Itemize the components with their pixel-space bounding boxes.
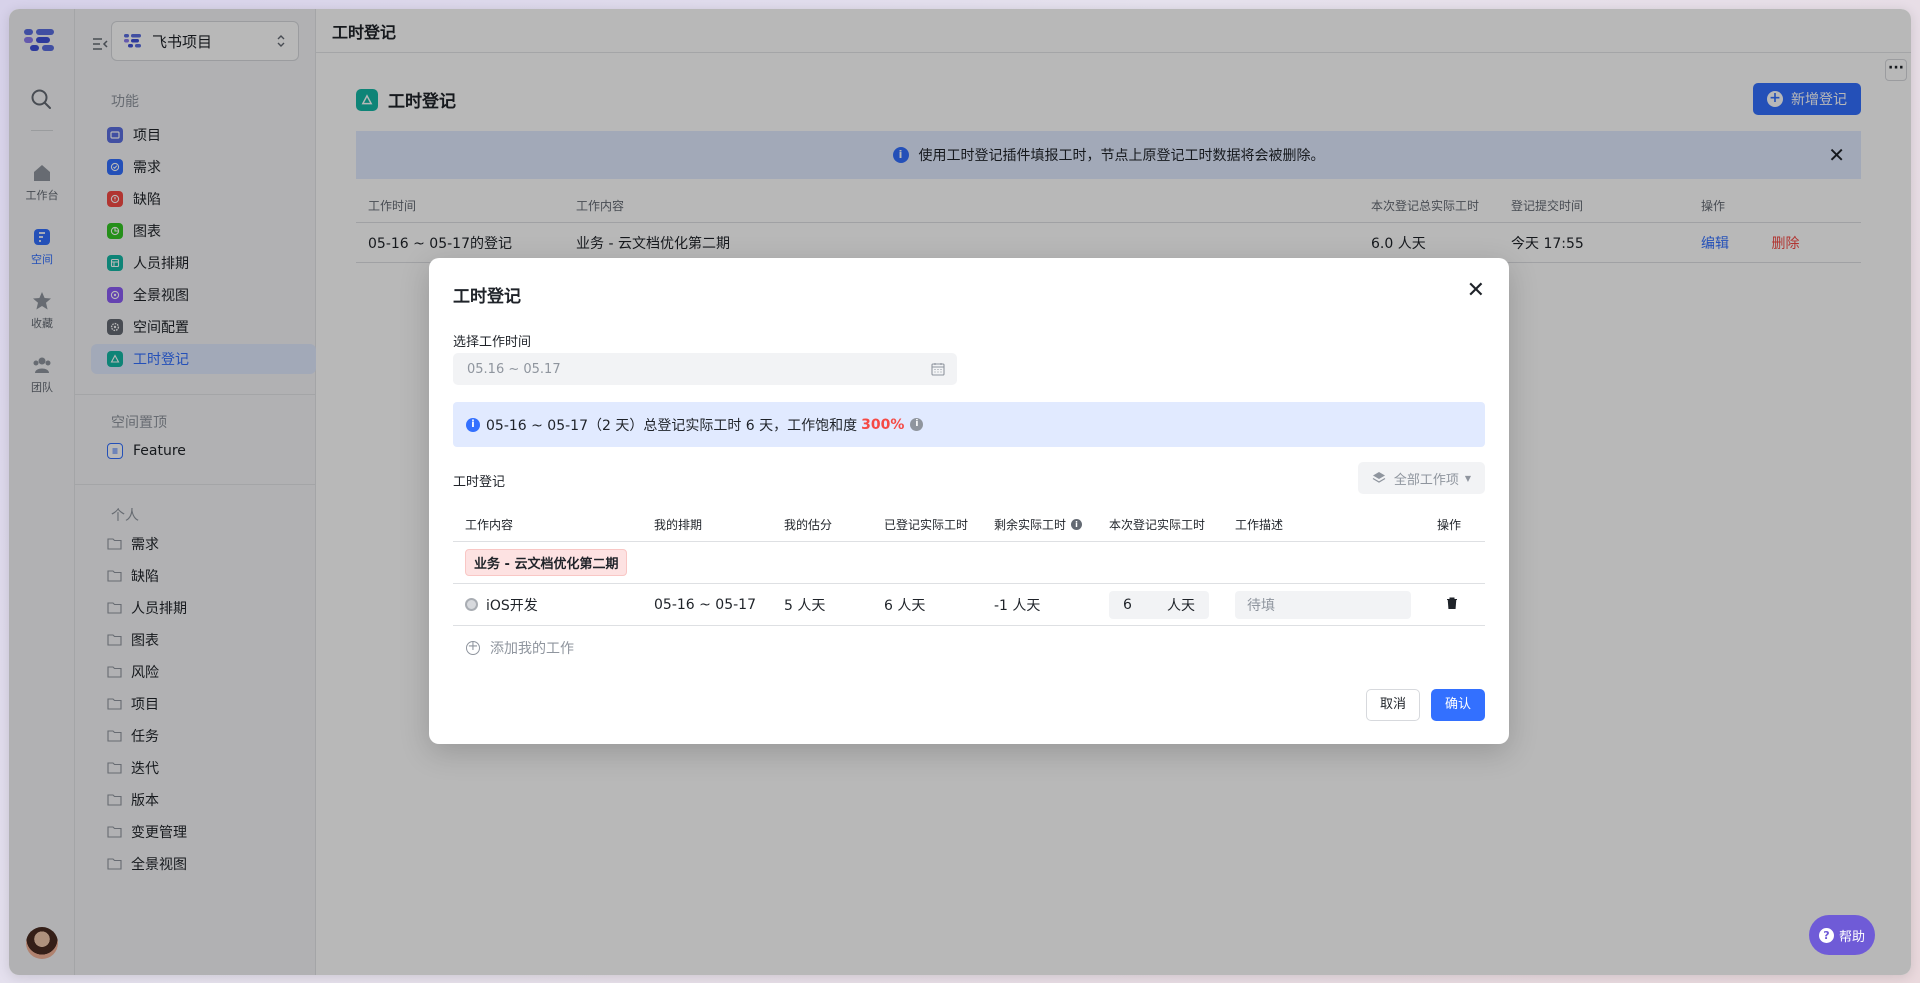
layers-icon bbox=[1372, 472, 1386, 483]
table-row: iOS开发 05-16 ~ 05-17 5 人天 6 人天 -1 人天 6 人天… bbox=[453, 584, 1485, 626]
column-header: 已登记实际工时 bbox=[884, 518, 969, 532]
dialog-title: 工时登记 bbox=[453, 287, 521, 307]
cell-registered: 6 人天 bbox=[884, 597, 926, 614]
column-header: 我的估分 bbox=[784, 518, 833, 532]
hours-unit: 人天 bbox=[1167, 597, 1195, 614]
filter-label: 全部工作项 bbox=[1393, 472, 1459, 488]
cell-estimate: 5 人天 bbox=[784, 597, 826, 614]
calendar-icon bbox=[931, 363, 945, 376]
confirm-button[interactable]: 确认 bbox=[1431, 689, 1485, 721]
column-header: 工作描述 bbox=[1235, 518, 1284, 532]
info-icon[interactable]: i bbox=[910, 418, 924, 431]
app-window: 工作台 空间 收藏 团队 飞书项目 功能 项目 需求 缺陷 图表 人员排期 全景… bbox=[9, 9, 1911, 975]
column-header: 工作内容 bbox=[465, 518, 514, 532]
column-header: 本次登记实际工时 bbox=[1109, 518, 1206, 532]
info-icon: i bbox=[466, 417, 480, 432]
table-header: 工作内容 我的排期 我的估分 已登记实际工时 剩余实际工时 i 本次登记实际工时 … bbox=[453, 508, 1485, 542]
work-table: 工作内容 我的排期 我的估分 已登记实际工时 剩余实际工时 i 本次登记实际工时 … bbox=[453, 508, 1485, 626]
cell-schedule: 05-16 ~ 05-17 bbox=[654, 596, 756, 613]
hours-value: 6 bbox=[1123, 596, 1132, 613]
add-work-button[interactable]: + 添加我的工作 bbox=[466, 638, 574, 658]
cancel-button[interactable]: 取消 bbox=[1366, 689, 1420, 721]
plus-circle-icon: + bbox=[466, 639, 480, 655]
group-row: 业务 - 云文档优化第二期 bbox=[453, 542, 1485, 584]
summary-text: 05-16 ~ 05-17（2 天）总登记实际工时 6 天，工作饱和度 bbox=[486, 417, 858, 434]
column-header: 我的排期 bbox=[654, 518, 703, 532]
date-label: 选择工作时间 bbox=[453, 335, 532, 350]
summary-banner: i 05-16 ~ 05-17（2 天）总登记实际工时 6 天，工作饱和度 30… bbox=[453, 402, 1485, 447]
caret-down-icon: ▼ bbox=[1464, 473, 1471, 483]
work-item-filter[interactable]: 全部工作项 ▼ bbox=[1357, 462, 1485, 494]
saturation-percent: 300% bbox=[861, 416, 905, 433]
status-dot-icon bbox=[465, 598, 478, 611]
question-icon: ? bbox=[1818, 927, 1834, 943]
close-icon[interactable]: ✕ bbox=[1467, 280, 1485, 302]
section-title: 工时登记 bbox=[453, 475, 506, 490]
description-input[interactable]: 待填 bbox=[1235, 590, 1411, 619]
group-tag: 业务 - 云文档优化第二期 bbox=[465, 549, 628, 576]
cell-remaining: -1 人天 bbox=[994, 597, 1041, 614]
timesheet-dialog: 工时登记 ✕ 选择工作时间 05.16 ~ 05.17 i 05-16 ~ 05… bbox=[429, 258, 1509, 744]
hours-input[interactable]: 6 人天 bbox=[1109, 590, 1209, 619]
info-icon[interactable]: i bbox=[1071, 519, 1083, 530]
column-header: 剩余实际工时 bbox=[994, 518, 1067, 532]
help-label: 帮助 bbox=[1838, 929, 1865, 945]
trash-icon[interactable] bbox=[1445, 596, 1459, 610]
date-range-value: 05.16 ~ 05.17 bbox=[467, 361, 561, 377]
help-button[interactable]: ? 帮助 bbox=[1809, 915, 1875, 955]
add-work-label: 添加我的工作 bbox=[490, 641, 574, 657]
work-item-name[interactable]: iOS开发 bbox=[486, 595, 538, 615]
date-range-input[interactable]: 05.16 ~ 05.17 bbox=[453, 353, 957, 385]
column-header: 操作 bbox=[1437, 518, 1462, 532]
description-placeholder: 待填 bbox=[1247, 597, 1275, 614]
